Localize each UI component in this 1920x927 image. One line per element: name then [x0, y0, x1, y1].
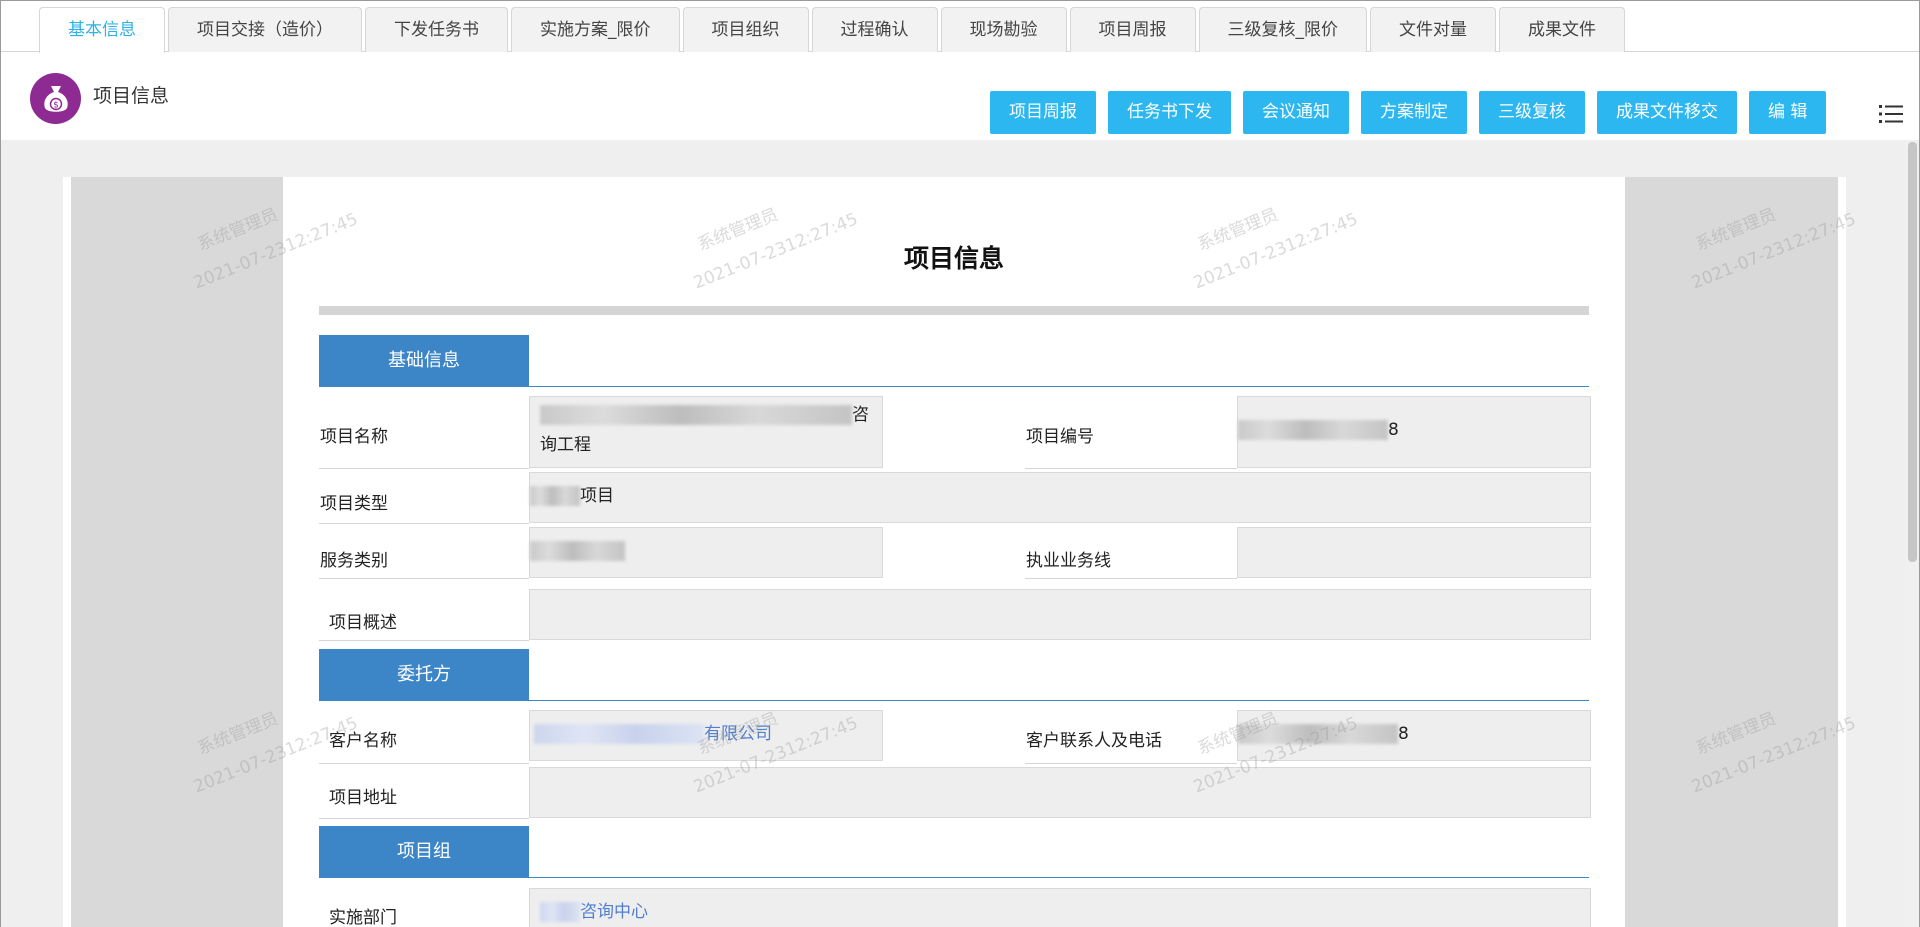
- project-number-tail: 8: [1388, 420, 1399, 440]
- client-name-field: 有限公司: [529, 710, 883, 761]
- project-address-label: 项目地址: [329, 788, 397, 808]
- department-label: 实施部门: [329, 908, 397, 927]
- redacted-text: [1238, 420, 1388, 440]
- tabs: 基本信息 项目交接（造价） 下发任务书 实施方案_限价 项目组织 过程确认 现场…: [39, 7, 1628, 53]
- project-address-field: [529, 767, 1591, 818]
- redacted-text: [530, 541, 625, 561]
- row-divider: [319, 578, 529, 579]
- redacted-text: [530, 486, 580, 506]
- page-header: $ 项目信息 项目周报 任务书下发 会议通知 方案制定 三级复核 成果文件移交 …: [1, 53, 1919, 139]
- service-category-field: [529, 527, 883, 578]
- department-field: 咨询中心: [529, 888, 1591, 927]
- meeting-notice-button[interactable]: 会议通知: [1243, 91, 1349, 134]
- project-type-label: 项目类型: [320, 494, 388, 514]
- section-basic-label: 基础信息: [319, 335, 529, 386]
- tab-project-organization[interactable]: 项目组织: [682, 7, 809, 52]
- project-overview-label: 项目概述: [329, 613, 397, 633]
- client-contact-field: 8: [1237, 710, 1591, 761]
- client-contact-label: 客户联系人及电话: [1026, 731, 1162, 751]
- tab-issue-task[interactable]: 下发任务书: [365, 7, 508, 52]
- tab-handover[interactable]: 项目交接（造价）: [168, 7, 362, 52]
- row-divider: [1025, 578, 1237, 579]
- redacted-text: [540, 405, 852, 425]
- tab-deliverables[interactable]: 成果文件: [1499, 7, 1625, 52]
- client-name-tail: 有限公司: [704, 724, 772, 744]
- project-type-tail: 项目: [580, 486, 614, 506]
- redacted-text: [540, 902, 580, 922]
- weekly-report-button[interactable]: 项目周报: [990, 91, 1096, 134]
- issue-task-button[interactable]: 任务书下发: [1108, 91, 1231, 134]
- department-tail: 咨询中心: [580, 902, 648, 922]
- section-client: 委托方: [319, 649, 1589, 701]
- redacted-text: [1238, 724, 1398, 744]
- tab-basic-info[interactable]: 基本信息: [39, 7, 165, 53]
- plan-making-button[interactable]: 方案制定: [1361, 91, 1467, 134]
- document-page: 项目信息 基础信息 项目名称 咨 询工程 项目编号 8 项目类型 项目 服务类别…: [283, 177, 1625, 927]
- scrollbar-thumb[interactable]: [1908, 142, 1917, 562]
- row-divider: [319, 763, 529, 764]
- row-divider: [1025, 763, 1237, 764]
- row-divider: [319, 523, 529, 524]
- tab-bar: 基本信息 项目交接（造价） 下发任务书 实施方案_限价 项目组织 过程确认 现场…: [1, 1, 1919, 53]
- tab-file-check[interactable]: 文件对量: [1370, 7, 1496, 52]
- project-number-label: 项目编号: [1026, 427, 1094, 447]
- three-level-review-button[interactable]: 三级复核: [1479, 91, 1585, 134]
- money-bag-icon: $: [30, 73, 81, 124]
- project-overview-field: [529, 589, 1591, 640]
- tab-three-level-review[interactable]: 三级复核_限价: [1198, 7, 1367, 52]
- section-basic: 基础信息: [319, 335, 1589, 387]
- list-menu-icon[interactable]: [1879, 103, 1903, 125]
- project-number-field: 8: [1237, 396, 1591, 468]
- row-divider: [319, 818, 529, 819]
- client-name-label: 客户名称: [329, 731, 397, 751]
- svg-text:$: $: [53, 100, 59, 110]
- page-title: 项目信息: [93, 85, 170, 107]
- section-team: 项目组: [319, 826, 1589, 878]
- tab-implementation-plan[interactable]: 实施方案_限价: [511, 7, 680, 52]
- action-buttons: 项目周报 任务书下发 会议通知 方案制定 三级复核 成果文件移交 编 辑: [990, 91, 1838, 134]
- project-name-field: 咨 询工程: [529, 396, 883, 468]
- business-line-label: 执业业务线: [1026, 551, 1111, 571]
- section-client-label: 委托方: [319, 649, 529, 700]
- title-divider: [319, 306, 1589, 315]
- service-category-label: 服务类别: [320, 551, 388, 571]
- tab-site-survey[interactable]: 现场勘验: [940, 7, 1067, 52]
- document-viewer: 项目信息 基础信息 项目名称 咨 询工程 项目编号 8 项目类型 项目 服务类别…: [1, 140, 1919, 927]
- project-name-line2: 询工程: [540, 435, 591, 455]
- tab-process-confirmation[interactable]: 过程确认: [811, 7, 938, 52]
- project-name-tail: 咨: [852, 405, 869, 425]
- redacted-text: [534, 724, 704, 744]
- tab-weekly-report[interactable]: 项目周报: [1069, 7, 1196, 52]
- project-name-label: 项目名称: [320, 427, 388, 447]
- client-contact-tail: 8: [1398, 724, 1409, 744]
- edit-button[interactable]: 编 辑: [1749, 91, 1827, 134]
- row-divider: [319, 640, 529, 641]
- business-line-field: [1237, 527, 1591, 578]
- row-divider: [319, 468, 529, 469]
- vertical-scrollbar[interactable]: [1905, 140, 1919, 927]
- project-type-field: 项目: [529, 472, 1591, 523]
- transfer-deliverables-button[interactable]: 成果文件移交: [1597, 91, 1737, 134]
- section-team-label: 项目组: [319, 826, 529, 877]
- document-title: 项目信息: [903, 244, 1004, 273]
- row-divider: [1025, 468, 1237, 469]
